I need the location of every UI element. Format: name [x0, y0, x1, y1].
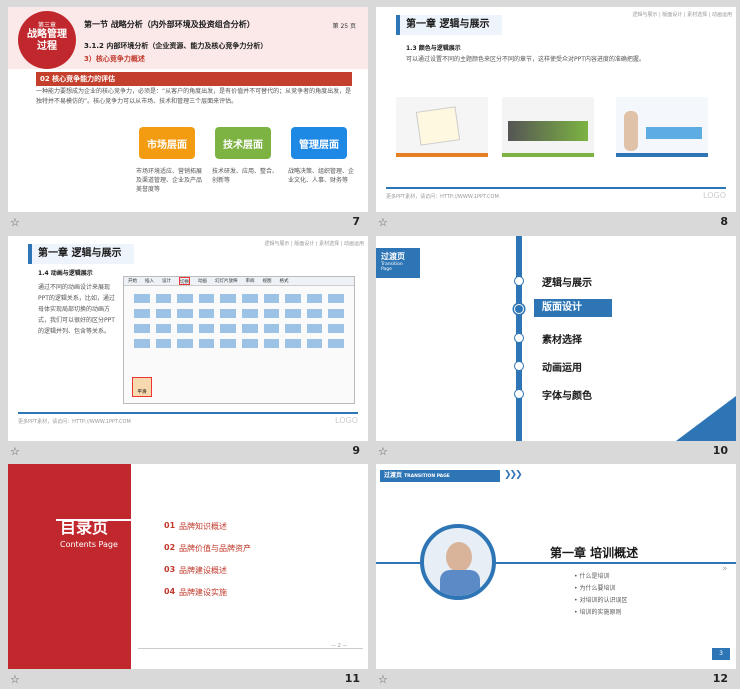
slide-number: 11	[344, 672, 360, 685]
toc-item: 品牌建设概述	[179, 566, 227, 575]
image-chess-arrows	[502, 97, 594, 157]
logo-placeholder: LOGO	[335, 416, 358, 425]
body-text: 一种能力要想成为企业的核心竞争力，必须是：“从客户的角度出发，是有价值并不可替代…	[36, 88, 352, 105]
left-red-panel	[8, 464, 131, 669]
corner-triangle	[676, 396, 736, 441]
slide-thumb-9[interactable]: 逻辑与展示 | 版面设计 | 素材选择 | 动画运用 第一章 逻辑与展示 1.4…	[8, 236, 368, 461]
slide-number: 8	[720, 215, 728, 228]
star-icon[interactable]: ☆	[378, 445, 388, 458]
star-icon[interactable]: ☆	[10, 445, 20, 458]
star-icon[interactable]: ☆	[10, 673, 20, 686]
bullet-item: • 为什么要培训	[574, 585, 616, 592]
slide-7[interactable]: 第三章 战略管理过程 第一节 战略分析（内外部环境及投资组合分析） 第 25 页…	[8, 7, 368, 212]
subsection-title: 3.1.2 内部环境分析（企业资源、能力及核心竞争力分析）	[84, 42, 268, 50]
footer-line	[386, 187, 726, 189]
slide-10[interactable]: 过渡页 Transition Page 逻辑与展示 版面设计 素材选择 动画运用…	[376, 236, 736, 441]
body-text: 通过不同的动画设计来展现PPT的逻辑关系，比如，通过母体实现局部切换的动画方式，…	[38, 284, 115, 335]
contents-title: 目录页	[60, 518, 109, 537]
transition-chip: 过渡页 TRANSITION PAGE	[380, 470, 500, 482]
bullet-item: • 培训的实施原则	[574, 609, 622, 616]
heading: 1.4 动画与逻辑展示	[38, 270, 93, 277]
star-icon[interactable]: ☆	[10, 216, 20, 229]
toc-item: 素材选择	[542, 335, 582, 346]
badge-chapter-label: 第三章	[37, 22, 56, 29]
slide-thumb-10[interactable]: 过渡页 Transition Page 逻辑与展示 版面设计 素材选择 动画运用…	[376, 236, 736, 461]
toc-item-active: 版面设计	[534, 299, 612, 317]
toc-item: 品牌知识概述	[179, 522, 227, 531]
badge-title: 战略管理过程	[27, 29, 67, 52]
logo-placeholder: LOGO	[703, 191, 726, 200]
slide-11[interactable]: 目录页 Contents Page 01 品牌知识概述 02 品牌价值与品牌资产…	[8, 464, 368, 669]
body-text: 可以通过设置不同的主题颜色来区分不同的章节，这样使受众对PPT内容进度的准确把握…	[406, 56, 645, 63]
toc-number: 02	[164, 543, 176, 552]
top-nav-links: 逻辑与展示 | 版面设计 | 素材选择 | 动画运用	[632, 12, 732, 18]
timeline-node	[514, 333, 524, 343]
toc-item: 品牌建设实施	[179, 588, 227, 597]
slide-thumb-7[interactable]: 第三章 战略管理过程 第一节 战略分析（内外部环境及投资组合分析） 第 25 页…	[8, 7, 368, 232]
bullet-item: • 什么是培训	[574, 573, 610, 580]
section-title: 第一节 战略分析（内外部环境及投资组合分析）	[84, 20, 255, 29]
slide-thumb-11[interactable]: 目录页 Contents Page 01 品牌知识概述 02 品牌价值与品牌资产…	[8, 464, 368, 689]
chapter-title: 第一章 逻辑与展示	[396, 15, 502, 35]
footer-text: 更多PPT素材，请访问：HTTP://WWW.1PPT.COM	[18, 419, 131, 425]
section-bar: 02 核心竞争能力的评估	[36, 72, 352, 86]
slide-number: 10	[712, 444, 728, 457]
selected-transition: 平滑	[132, 377, 152, 397]
slide-thumb-12[interactable]: 过渡页 TRANSITION PAGE ❯❯❯ 第一章 培训概述 • 什么是培训…	[376, 464, 736, 689]
slide-number: 12	[712, 672, 728, 685]
slide-9[interactable]: 逻辑与展示 | 版面设计 | 素材选择 | 动画运用 第一章 逻辑与展示 1.4…	[8, 236, 368, 441]
bullet-item: • 对培训的认识误区	[574, 597, 628, 604]
mgmt-level-box: 管理层面	[291, 127, 347, 159]
tech-desc: 技术研发、应用、整合、创新等	[212, 168, 279, 184]
page-mark: — 2 —	[331, 643, 348, 649]
market-desc: 市场环境适应、营销拓展及渠道管理、企业及产品美誉度等	[136, 168, 203, 193]
timeline-node	[514, 389, 524, 399]
toc-number: 01	[164, 521, 176, 530]
page-label: 第 25 页	[332, 23, 356, 30]
toc-number: 04	[164, 587, 176, 596]
image-woman-steps	[616, 97, 708, 157]
heading: 1.3 颜色与逻辑展示	[406, 45, 461, 52]
image-note-hand	[396, 97, 488, 157]
mgmt-desc: 战略决策、组织管理、企业文化、人事、财务等	[288, 168, 355, 184]
ribbon-screenshot: 开始 插入 设计 切换 动画 幻灯片放映 审阅 视图 格式 平滑	[123, 276, 355, 404]
transition-chip: 过渡页 Transition Page	[376, 248, 420, 278]
double-chevron-icon: »	[722, 564, 728, 574]
slide-number: 9	[352, 444, 360, 457]
market-level-box: 市场层面	[139, 127, 195, 159]
footer-line	[138, 648, 363, 649]
chapter-badge: 第三章 战略管理过程	[18, 11, 76, 69]
slide-number: 7	[352, 215, 360, 228]
page-number-box: 3	[712, 648, 730, 660]
toc-item: 品牌价值与品牌资产	[179, 544, 251, 553]
star-icon[interactable]: ☆	[378, 216, 388, 229]
toc-number: 03	[164, 565, 176, 574]
chevron-arrows-icon: ❯❯❯	[504, 470, 523, 480]
subsub-title: 3）核心竞争力概述	[84, 55, 145, 63]
tech-level-box: 技术层面	[215, 127, 271, 159]
top-nav-links: 逻辑与展示 | 版面设计 | 素材选择 | 动画运用	[264, 241, 364, 247]
footer-text: 更多PPT素材，请访问：HTTP://WWW.1PPT.COM	[386, 194, 499, 200]
timeline-node-active	[514, 304, 524, 314]
timeline-node	[514, 361, 524, 371]
chapter-title: 第一章 培训概述	[550, 546, 639, 560]
toc-item: 逻辑与展示	[542, 278, 592, 289]
slide-thumb-8[interactable]: 逻辑与展示 | 版面设计 | 素材选择 | 动画运用 第一章 逻辑与展示 1.3…	[376, 7, 736, 232]
star-icon[interactable]: ☆	[378, 673, 388, 686]
toc-item: 字体与颜色	[542, 391, 592, 402]
slide-12[interactable]: 过渡页 TRANSITION PAGE ❯❯❯ 第一章 培训概述 • 什么是培训…	[376, 464, 736, 669]
footer-line	[18, 412, 358, 414]
presenter-photo	[420, 524, 496, 600]
toc-item: 动画运用	[542, 363, 582, 374]
chapter-title: 第一章 逻辑与展示	[28, 244, 134, 264]
contents-subtitle: Contents Page	[60, 540, 118, 549]
slide-8[interactable]: 逻辑与展示 | 版面设计 | 素材选择 | 动画运用 第一章 逻辑与展示 1.3…	[376, 7, 736, 212]
timeline-node	[514, 276, 524, 286]
